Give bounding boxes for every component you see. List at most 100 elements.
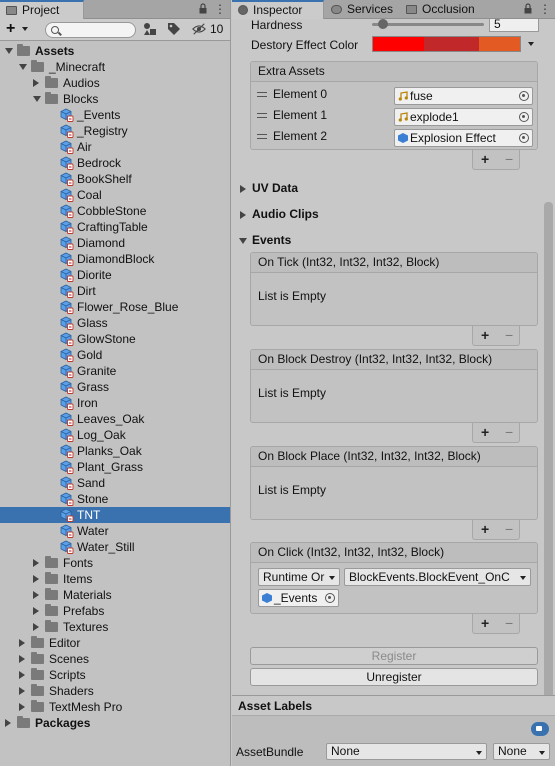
tree-folder-row[interactable]: TextMesh Pro bbox=[0, 699, 230, 715]
audio-clips-foldout[interactable]: Audio Clips bbox=[240, 207, 319, 221]
tree-asset-row[interactable]: DiamondBlock bbox=[0, 251, 230, 267]
element-object-field[interactable]: Explosion Effect bbox=[394, 129, 533, 147]
create-dropdown-arrow-icon[interactable] bbox=[22, 27, 28, 31]
inspector-scrollbar[interactable] bbox=[544, 202, 553, 695]
tree-asset-row[interactable]: BookShelf bbox=[0, 171, 230, 187]
event-add-button[interactable]: + bbox=[481, 520, 489, 538]
tree-asset-row[interactable]: Granite bbox=[0, 363, 230, 379]
search-by-label-icon[interactable] bbox=[167, 22, 181, 36]
event-add-button[interactable]: + bbox=[481, 326, 489, 344]
tree-asset-row[interactable]: Diamond bbox=[0, 235, 230, 251]
tree-asset-row[interactable]: CobbleStone bbox=[0, 203, 230, 219]
tree-expand-icon[interactable] bbox=[19, 639, 25, 647]
tree-asset-row[interactable]: Plant_Grass bbox=[0, 459, 230, 475]
hardness-slider-track[interactable] bbox=[372, 23, 484, 26]
event-method-dropdown[interactable]: BlockEvents.BlockEvent_OnC bbox=[344, 568, 531, 586]
tree-folder-row[interactable]: Items bbox=[0, 571, 230, 587]
event-remove-button[interactable]: − bbox=[505, 326, 513, 344]
reorder-handle-icon[interactable] bbox=[257, 134, 267, 139]
asset-bundle-dropdown[interactable]: None bbox=[326, 743, 487, 760]
tree-asset-row[interactable]: Flower_Rose_Blue bbox=[0, 299, 230, 315]
tree-expand-icon[interactable] bbox=[5, 719, 11, 727]
tree-collapse-icon[interactable] bbox=[33, 96, 41, 102]
tab-services[interactable]: Services bbox=[325, 0, 399, 19]
tree-expand-icon[interactable] bbox=[33, 79, 39, 87]
object-picker-icon[interactable] bbox=[519, 133, 529, 143]
unregister-button[interactable]: Unregister bbox=[250, 668, 538, 686]
tree-asset-row[interactable]: Air bbox=[0, 139, 230, 155]
tree-folder-row[interactable]: Scripts bbox=[0, 667, 230, 683]
tree-folder-row[interactable]: Audios bbox=[0, 75, 230, 91]
panel-menu-icon[interactable]: ⋮ bbox=[214, 0, 226, 19]
tree-asset-row[interactable]: Glass bbox=[0, 315, 230, 331]
object-picker-icon[interactable] bbox=[519, 91, 529, 101]
tree-expand-icon[interactable] bbox=[33, 559, 39, 567]
color-dropdown-caret-icon[interactable] bbox=[528, 42, 534, 46]
search-by-type-icon[interactable] bbox=[143, 22, 157, 36]
tree-collapse-icon[interactable] bbox=[5, 48, 13, 54]
tree-asset-row[interactable]: Water bbox=[0, 523, 230, 539]
create-button[interactable]: + bbox=[6, 21, 15, 37]
tree-expand-icon[interactable] bbox=[19, 703, 25, 711]
tree-asset-row[interactable]: GlowStone bbox=[0, 331, 230, 347]
object-picker-icon[interactable] bbox=[519, 112, 529, 122]
tree-asset-row[interactable]: CraftingTable bbox=[0, 219, 230, 235]
lock-icon[interactable] bbox=[199, 3, 207, 14]
tree-asset-row[interactable]: Water_Still bbox=[0, 539, 230, 555]
tree-expand-icon[interactable] bbox=[19, 671, 25, 679]
label-tag-icon[interactable] bbox=[531, 722, 549, 736]
tab-project[interactable]: Project bbox=[0, 0, 84, 19]
reorder-handle-icon[interactable] bbox=[257, 113, 267, 118]
tree-folder-row[interactable]: Packages bbox=[0, 715, 230, 731]
tree-asset-row[interactable]: TNT bbox=[0, 507, 230, 523]
tree-asset-row[interactable]: _Registry bbox=[0, 123, 230, 139]
extra-assets-add-button[interactable]: + bbox=[481, 150, 489, 168]
tree-expand-icon[interactable] bbox=[33, 575, 39, 583]
uv-data-foldout[interactable]: UV Data bbox=[240, 181, 298, 195]
tree-folder-row[interactable]: Scenes bbox=[0, 651, 230, 667]
tree-asset-row[interactable]: Planks_Oak bbox=[0, 443, 230, 459]
tree-asset-row[interactable]: Bedrock bbox=[0, 155, 230, 171]
hidden-packages-eye-icon[interactable] bbox=[192, 22, 206, 36]
register-button[interactable]: Register bbox=[250, 647, 538, 665]
tree-asset-row[interactable]: Stone bbox=[0, 491, 230, 507]
destroy-color-gradient-field[interactable] bbox=[372, 36, 521, 52]
events-foldout[interactable]: Events bbox=[239, 233, 291, 247]
tree-folder-row[interactable]: _Minecraft bbox=[0, 59, 230, 75]
tree-asset-row[interactable]: Iron bbox=[0, 395, 230, 411]
runtime-mode-dropdown[interactable]: Runtime Or bbox=[258, 568, 340, 586]
event-remove-button[interactable]: − bbox=[505, 423, 513, 441]
event-target-field[interactable]: _Events bbox=[258, 589, 339, 607]
tree-folder-row[interactable]: Assets bbox=[0, 43, 230, 59]
extra-assets-remove-button[interactable]: − bbox=[505, 150, 513, 168]
event-remove-button[interactable]: − bbox=[505, 520, 513, 538]
on-click-remove-button[interactable]: − bbox=[505, 614, 513, 632]
inspector-lock-icon[interactable] bbox=[524, 3, 532, 14]
tree-asset-row[interactable]: Grass bbox=[0, 379, 230, 395]
element-object-field[interactable]: explode1 bbox=[394, 108, 533, 126]
tab-inspector[interactable]: Inspector bbox=[232, 0, 324, 19]
object-picker-icon[interactable] bbox=[325, 593, 335, 603]
element-object-field[interactable]: fuse bbox=[394, 87, 533, 105]
tree-asset-row[interactable]: Dirt bbox=[0, 283, 230, 299]
tree-collapse-icon[interactable] bbox=[19, 64, 27, 70]
tree-asset-row[interactable]: Gold bbox=[0, 347, 230, 363]
tree-asset-row[interactable]: Sand bbox=[0, 475, 230, 491]
tree-expand-icon[interactable] bbox=[19, 687, 25, 695]
tree-asset-row[interactable]: Log_Oak bbox=[0, 427, 230, 443]
tree-folder-row[interactable]: Prefabs bbox=[0, 603, 230, 619]
on-click-add-button[interactable]: + bbox=[481, 614, 489, 632]
hardness-slider-knob[interactable] bbox=[378, 19, 389, 29]
extra-assets-header[interactable]: Extra Assets bbox=[251, 62, 537, 82]
hardness-value-field[interactable]: 5 bbox=[489, 19, 539, 32]
tree-folder-row[interactable]: Shaders bbox=[0, 683, 230, 699]
tree-expand-icon[interactable] bbox=[19, 655, 25, 663]
tab-occlusion[interactable]: Occlusion bbox=[400, 0, 481, 19]
reorder-handle-icon[interactable] bbox=[257, 92, 267, 97]
tree-folder-row[interactable]: Blocks bbox=[0, 91, 230, 107]
tree-expand-icon[interactable] bbox=[33, 591, 39, 599]
tree-expand-icon[interactable] bbox=[33, 607, 39, 615]
inspector-menu-icon[interactable]: ⋮ bbox=[539, 0, 551, 19]
tree-asset-row[interactable]: Diorite bbox=[0, 267, 230, 283]
tree-expand-icon[interactable] bbox=[33, 623, 39, 631]
